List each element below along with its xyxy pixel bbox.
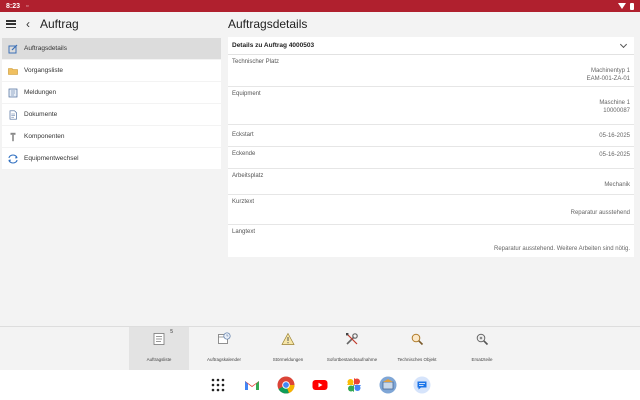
app-title: Auftrag bbox=[40, 17, 79, 31]
sidebar-item-auftragsdetails[interactable]: Auftragsdetails bbox=[2, 38, 221, 59]
sidebar-item-label: Vorgangsliste bbox=[24, 67, 64, 74]
component-icon bbox=[8, 132, 18, 142]
field-value: Reparatur ausstehend. Weitere Arbeiten s… bbox=[494, 246, 630, 252]
notification-icon bbox=[8, 88, 18, 98]
tab-auftragskalender[interactable]: Auftragskalender bbox=[194, 327, 254, 371]
sidebar-item-label: Auftragsdetails bbox=[24, 45, 67, 52]
tab-label: Ersatzteile bbox=[471, 357, 493, 362]
sidebar-item-komponenten[interactable]: Komponenten bbox=[2, 126, 221, 147]
swap-icon bbox=[8, 153, 18, 164]
youtube-icon[interactable] bbox=[311, 376, 329, 394]
sidebar-item-meldungen[interactable]: Meldungen bbox=[2, 82, 221, 103]
tab-label: Auftragsliste bbox=[146, 357, 172, 362]
field-eckstart: Eckstart 05-16-2025 bbox=[228, 125, 634, 147]
chrome-icon[interactable] bbox=[277, 376, 295, 394]
field-eckende: Eckende 05-16-2025 bbox=[228, 147, 634, 169]
sidebar-item-label: Komponenten bbox=[24, 133, 65, 140]
tab-technisches-objekt[interactable]: Technisches Objekt bbox=[387, 327, 447, 371]
app-drawer-icon[interactable] bbox=[209, 376, 227, 394]
status-bar: 8:23 ▫ bbox=[0, 0, 640, 12]
field-label: Eckende bbox=[232, 151, 256, 157]
bottom-tab-bar: 5 Auftragsliste Auftragskalender Störmel… bbox=[0, 326, 640, 371]
magnifier-icon bbox=[409, 331, 425, 347]
field-label: Kurztext bbox=[232, 199, 255, 205]
sidebar-item-label: Dokumente bbox=[24, 111, 58, 118]
back-icon[interactable]: ‹ bbox=[26, 17, 30, 31]
document-icon bbox=[8, 109, 18, 120]
app-bar: ‹ Auftrag bbox=[0, 12, 222, 36]
field-label: Equipment bbox=[232, 91, 261, 97]
sidebar-nav: Auftragsdetails Vorgangsliste Meldungen … bbox=[0, 38, 222, 169]
tab-label: Sofortbestandsaufnahme bbox=[326, 357, 378, 362]
gmail-icon[interactable] bbox=[243, 376, 261, 394]
system-dock bbox=[0, 370, 640, 400]
signal-icon: ▫ bbox=[26, 2, 29, 10]
tab-label: Störmeldungen bbox=[272, 357, 304, 362]
field-equipment: Equipment Maschine 1 10000087 bbox=[228, 87, 634, 125]
field-label: Langtext bbox=[232, 229, 256, 235]
menu-icon[interactable] bbox=[6, 20, 16, 28]
section-header[interactable]: Details zu Auftrag 4000503 bbox=[228, 37, 634, 55]
field-value: 10000087 bbox=[603, 108, 630, 114]
field-label: Arbeitsplatz bbox=[232, 173, 264, 179]
section-title: Details zu Auftrag 4000503 bbox=[232, 42, 315, 49]
messages-icon[interactable] bbox=[413, 376, 431, 394]
sidebar-item-dokumente[interactable]: Dokumente bbox=[2, 104, 221, 125]
left-pane: ‹ Auftrag Auftragsdetails Vorgangsliste … bbox=[0, 12, 222, 326]
warning-icon bbox=[280, 331, 296, 347]
field-value: Machinentyp 1 bbox=[590, 68, 630, 74]
field-kurztext: Kurztext Reparatur ausstehend bbox=[228, 195, 634, 225]
field-label: Technischer Platz bbox=[232, 59, 280, 65]
field-langtext: Langtext Reparatur ausstehend. Weitere A… bbox=[228, 225, 634, 257]
sidebar-item-label: Meldungen bbox=[24, 89, 57, 96]
tab-auftragsliste[interactable]: 5 Auftragsliste bbox=[129, 327, 189, 371]
field-value: EAM-001-ZA-01 bbox=[586, 76, 630, 82]
maintenance-app-icon[interactable] bbox=[379, 376, 397, 394]
field-label: Eckstart bbox=[232, 132, 254, 138]
details-card: Details zu Auftrag 4000503 Technischer P… bbox=[228, 37, 634, 257]
status-time: 8:23 bbox=[6, 2, 21, 10]
field-technischer-platz: Technischer Platz Machinentyp 1 EAM-001-… bbox=[228, 55, 634, 87]
tab-ersatzteile[interactable]: Ersatzteile bbox=[452, 327, 512, 371]
chevron-down-icon[interactable] bbox=[619, 40, 628, 48]
battery-icon bbox=[630, 2, 634, 10]
tab-badge: 5 bbox=[170, 329, 173, 335]
detail-pane: Auftragsdetails Details zu Auftrag 40005… bbox=[222, 12, 640, 326]
sidebar-item-vorgangsliste[interactable]: Vorgangsliste bbox=[2, 60, 221, 81]
field-value: Maschine 1 bbox=[599, 100, 630, 106]
tools-icon bbox=[344, 331, 360, 347]
field-value: Mechanik bbox=[604, 182, 630, 188]
wifi-icon bbox=[618, 3, 626, 9]
field-value: 05-16-2025 bbox=[599, 152, 630, 158]
page-title: Auftragsdetails bbox=[228, 17, 308, 31]
tab-label: Technisches Objekt bbox=[397, 357, 437, 362]
order-list-icon: 5 bbox=[151, 329, 173, 347]
photos-icon[interactable] bbox=[345, 376, 363, 394]
sidebar-item-label: Equipmentwechsel bbox=[24, 155, 79, 162]
sidebar-item-equipmentwechsel[interactable]: Equipmentwechsel bbox=[2, 148, 221, 169]
folder-icon bbox=[8, 66, 18, 76]
search-part-icon bbox=[474, 331, 490, 347]
tab-label: Auftragskalender bbox=[206, 357, 242, 362]
edit-icon bbox=[8, 44, 18, 54]
calendar-icon bbox=[216, 331, 232, 347]
field-arbeitsplatz: Arbeitsplatz Mechanik bbox=[228, 169, 634, 195]
tab-sofortbestandsaufnahme[interactable]: Sofortbestandsaufnahme bbox=[322, 327, 382, 371]
tab-stoermeldungen[interactable]: Störmeldungen bbox=[258, 327, 318, 371]
field-value: Reparatur ausstehend bbox=[570, 210, 630, 216]
field-value: 05-16-2025 bbox=[599, 133, 630, 139]
